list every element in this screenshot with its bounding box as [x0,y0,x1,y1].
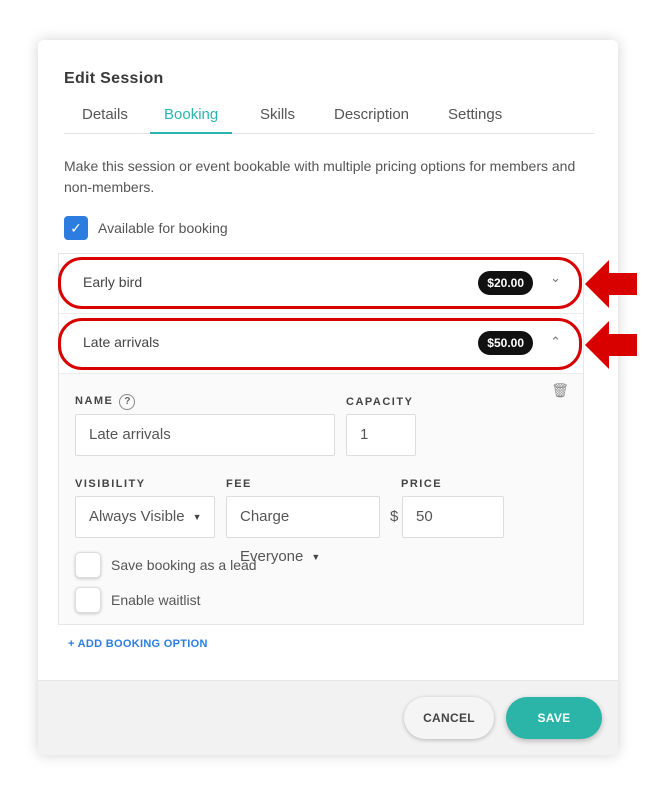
highlight-outline [58,318,582,370]
name-label: NAME? [75,394,136,410]
help-icon[interactable]: ? [119,394,136,410]
available-for-booking-row: ✓ Available for booking [64,216,228,240]
save-button[interactable]: SAVE [506,697,602,739]
visibility-select[interactable]: Always Visible ▼ [75,496,215,538]
booking-option-editor: 🗑 NAME? CAPACITY Late arrivals 1 VISIBIL… [59,374,583,624]
save-as-lead-checkbox[interactable] [75,552,101,578]
tab-bar: Details Booking Skills Description Setti… [64,104,594,134]
checkmark-icon: ✓ [70,219,82,236]
enable-waitlist-label: Enable waitlist [111,592,201,608]
capacity-input[interactable]: 1 [346,414,416,456]
edit-session-dialog: Edit Session Details Booking Skills Desc… [38,40,618,755]
dialog-title: Edit Session [64,70,164,87]
caret-down-icon: ▼ [192,512,202,523]
dialog-footer: CANCEL SAVE [38,680,618,755]
enable-waitlist-checkbox[interactable] [75,587,101,613]
tab-skills[interactable]: Skills [260,106,295,134]
cancel-button[interactable]: CANCEL [404,697,494,739]
visibility-label: VISIBILITY [75,478,146,490]
tab-details[interactable]: Details [82,106,128,134]
enable-waitlist-row: Enable waitlist [75,587,201,613]
annotation-arrow-icon [585,321,637,369]
booking-description: Make this session or event bookable with… [64,158,576,195]
tab-description[interactable]: Description [334,106,409,134]
price-label: PRICE [401,478,443,490]
tab-booking[interactable]: Booking [150,106,233,134]
available-for-booking-checkbox[interactable]: ✓ [64,216,88,240]
annotation-arrow-icon [585,260,637,308]
currency-symbol: $ [390,508,399,525]
save-as-lead-label: Save booking as a lead [111,557,257,573]
fee-label: FEE [226,478,252,490]
save-as-lead-row: Save booking as a lead [75,552,257,578]
capacity-label: CAPACITY [346,396,414,408]
highlight-outline [58,257,582,309]
available-for-booking-label: Available for booking [98,220,228,236]
price-input[interactable]: 50 [402,496,504,538]
fee-select[interactable]: Charge Everyone ▼ [226,496,380,565]
trash-icon[interactable]: 🗑 [551,382,569,399]
name-input[interactable]: Late arrivals [75,414,335,456]
tab-settings[interactable]: Settings [448,106,502,134]
caret-down-icon: ▼ [311,552,321,563]
add-booking-option-link[interactable]: + ADD BOOKING OPTION [68,638,208,650]
